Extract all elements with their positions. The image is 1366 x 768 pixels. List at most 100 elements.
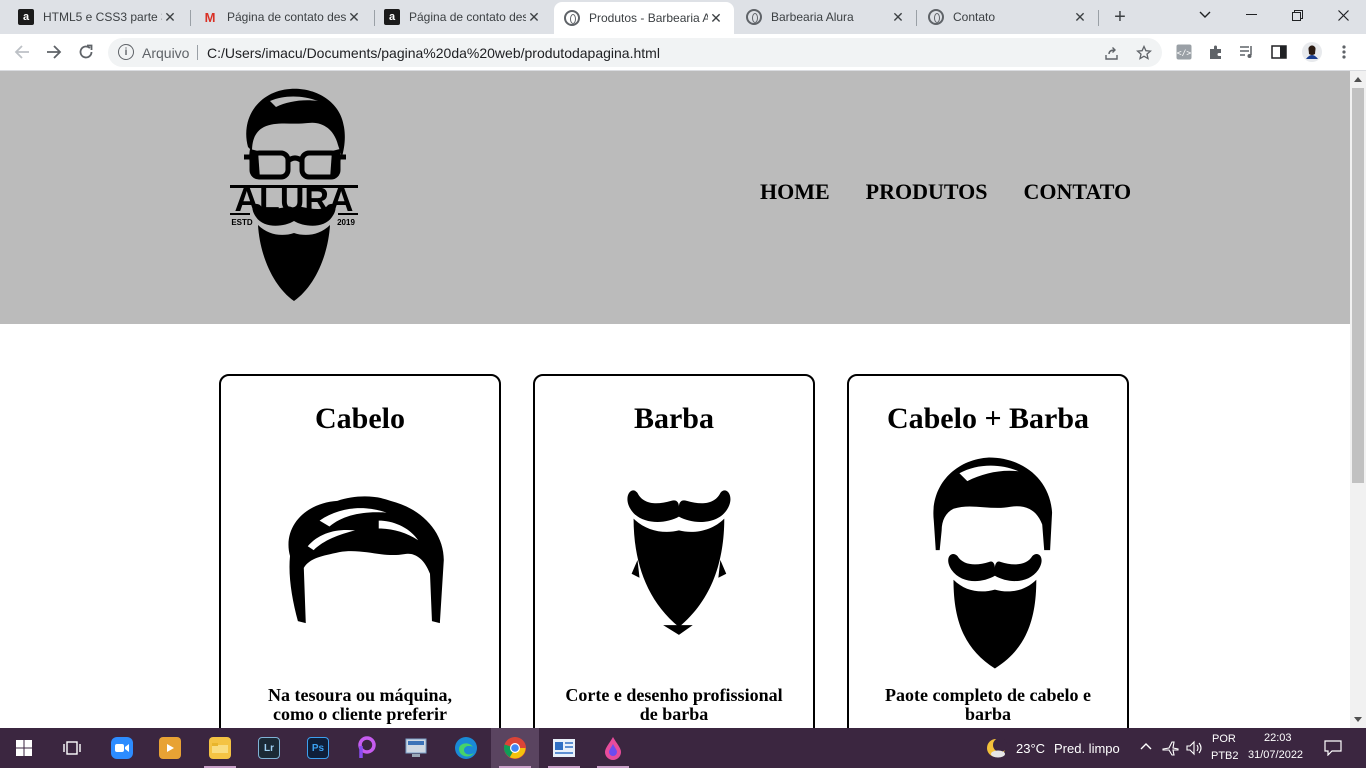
- nav-contato-link[interactable]: CONTATO: [1024, 179, 1132, 205]
- task-view-button[interactable]: [48, 728, 96, 768]
- tab-title: Página de contato des: [227, 10, 346, 24]
- volume-icon[interactable]: [1186, 740, 1204, 756]
- restore-button[interactable]: [1274, 0, 1320, 30]
- extensions-puzzle-icon[interactable]: [1206, 42, 1226, 62]
- browser-tab-active[interactable]: Produtos - Barbearia A ✕: [554, 2, 734, 34]
- product-description: Paote completo de cabelo e barba: [885, 685, 1091, 724]
- url-text[interactable]: C:/Users/imacu/Documents/pagina%20da%20w…: [207, 45, 660, 61]
- tab-title: HTML5 e CSS3 parte 3: [43, 10, 162, 24]
- svg-text:2019: 2019: [337, 218, 355, 227]
- taskbar-lightroom[interactable]: Lr: [245, 728, 293, 768]
- scroll-up-arrow-icon[interactable]: [1354, 77, 1362, 82]
- paint-drop-icon: [605, 737, 621, 760]
- media-control-icon[interactable]: [1237, 42, 1257, 62]
- chevron-up-icon[interactable]: [1140, 742, 1152, 750]
- tab-title: Barbearia Alura: [771, 10, 854, 24]
- beard-icon: [627, 490, 731, 635]
- alura-logo[interactable]: ALURA ESTD 2019: [230, 87, 358, 305]
- taskbar-news-app[interactable]: [540, 728, 588, 768]
- globe-icon: [564, 10, 580, 26]
- taskbar-remote-desktop[interactable]: [392, 728, 440, 768]
- product-card-cabelo-barba: Cabelo + Barba Paote completo de cabelo …: [847, 374, 1129, 728]
- taskbar-zoom[interactable]: [98, 728, 146, 768]
- scroll-down-arrow-icon[interactable]: [1354, 717, 1362, 722]
- tab-search-button[interactable]: [1182, 0, 1228, 30]
- tab-separator: [1098, 10, 1099, 26]
- zoom-icon: [111, 737, 133, 759]
- barber-logo-icon: ALURA ESTD 2019: [230, 88, 358, 301]
- taskbar-edge[interactable]: [442, 728, 490, 768]
- reload-button[interactable]: [74, 40, 98, 64]
- browser-tab[interactable]: a HTML5 e CSS3 parte 3 ✕: [8, 0, 188, 34]
- taskbar-file-explorer[interactable]: [196, 728, 244, 768]
- start-button[interactable]: [0, 728, 48, 768]
- page-viewport: ALURA ESTD 2019 HOME PRODUTOS CONTATO Ca…: [0, 71, 1350, 728]
- clock-date[interactable]: 31/07/2022: [1248, 749, 1303, 761]
- windows-logo-icon: [16, 740, 32, 756]
- task-view-icon: [63, 741, 81, 755]
- share-icon[interactable]: [1101, 43, 1121, 63]
- close-icon[interactable]: ✕: [346, 9, 362, 25]
- edge-icon: [455, 737, 477, 759]
- restore-icon: [1291, 9, 1303, 21]
- notification-icon[interactable]: [1324, 740, 1342, 756]
- airplane-mode-icon[interactable]: [1162, 740, 1180, 756]
- minimize-button[interactable]: [1228, 0, 1274, 30]
- taskbar-photoshop[interactable]: Ps: [294, 728, 342, 768]
- product-card-cabelo: Cabelo Na tesoura ou máquina, como o cli…: [219, 374, 501, 728]
- weather-condition[interactable]: Pred. limpo: [1054, 741, 1120, 756]
- arrow-right-icon: [47, 45, 62, 59]
- scroll-thumb[interactable]: [1352, 88, 1364, 483]
- site-header: ALURA ESTD 2019 HOME PRODUTOS CONTATO: [0, 71, 1350, 324]
- weather-temperature[interactable]: 23°C: [1016, 741, 1045, 756]
- browser-tab[interactable]: Barbearia Alura ✕: [736, 0, 916, 34]
- close-icon[interactable]: ✕: [708, 10, 724, 26]
- folder-icon: [209, 737, 231, 759]
- dev-extension-icon[interactable]: </>: [1174, 42, 1194, 62]
- menu-kebab-icon[interactable]: [1334, 42, 1354, 62]
- svg-text:ESTD: ESTD: [231, 218, 253, 227]
- keyboard-layout[interactable]: PTB2: [1211, 750, 1239, 762]
- product-title: Barba: [633, 402, 714, 435]
- windows-taskbar: Lr Ps 23°C Pred. limpo POR PTB2 22:03 31…: [0, 728, 1366, 768]
- globe-icon: [928, 9, 944, 25]
- close-icon[interactable]: ✕: [890, 9, 906, 25]
- omnibox-divider: [197, 45, 198, 60]
- minimize-icon: [1245, 14, 1257, 15]
- taskbar-media-player[interactable]: [146, 728, 194, 768]
- clock-time[interactable]: 22:03: [1264, 732, 1292, 744]
- chevron-down-icon: [1199, 11, 1211, 18]
- close-window-button[interactable]: [1320, 0, 1366, 30]
- profile-avatar[interactable]: [1302, 42, 1322, 62]
- alura-icon: a: [18, 9, 34, 25]
- bookmark-star-icon[interactable]: [1134, 43, 1154, 63]
- arrow-left-icon: [14, 45, 29, 59]
- browser-tab[interactable]: a Página de contato des ✕: [374, 0, 552, 34]
- address-bar[interactable]: i Arquivo C:/Users/imacu/Documents/pagin…: [108, 38, 1162, 67]
- globe-icon: [746, 9, 762, 25]
- lightroom-icon: Lr: [258, 737, 280, 759]
- tab-title: Produtos - Barbearia A: [589, 11, 708, 25]
- monitor-icon: [405, 738, 427, 757]
- info-icon[interactable]: i: [118, 44, 134, 60]
- close-icon[interactable]: ✕: [526, 9, 542, 25]
- taskbar-chrome[interactable]: [491, 728, 539, 768]
- browser-tab[interactable]: Contato ✕: [918, 0, 1098, 34]
- tab-title: Contato: [953, 10, 996, 24]
- forward-button[interactable]: [42, 40, 66, 64]
- nav-home-link[interactable]: HOME: [760, 179, 830, 205]
- nav-produtos-link[interactable]: PRODUTOS: [866, 179, 988, 205]
- browser-tab[interactable]: M Página de contato des ✕: [192, 0, 372, 34]
- side-panel-icon[interactable]: [1269, 42, 1289, 62]
- back-button[interactable]: [10, 40, 34, 64]
- hair-icon: [288, 496, 444, 624]
- product-description: Corte e desenho profissional de barba: [565, 685, 783, 724]
- page-scrollbar[interactable]: [1350, 71, 1366, 728]
- close-icon[interactable]: ✕: [1072, 9, 1088, 25]
- taskbar-picsart[interactable]: [343, 728, 391, 768]
- input-language[interactable]: POR: [1212, 733, 1236, 745]
- close-icon[interactable]: ✕: [162, 9, 178, 25]
- new-tab-button[interactable]: +: [1108, 5, 1132, 29]
- main-nav: HOME PRODUTOS CONTATO: [760, 179, 1131, 205]
- taskbar-drop-app[interactable]: [589, 728, 637, 768]
